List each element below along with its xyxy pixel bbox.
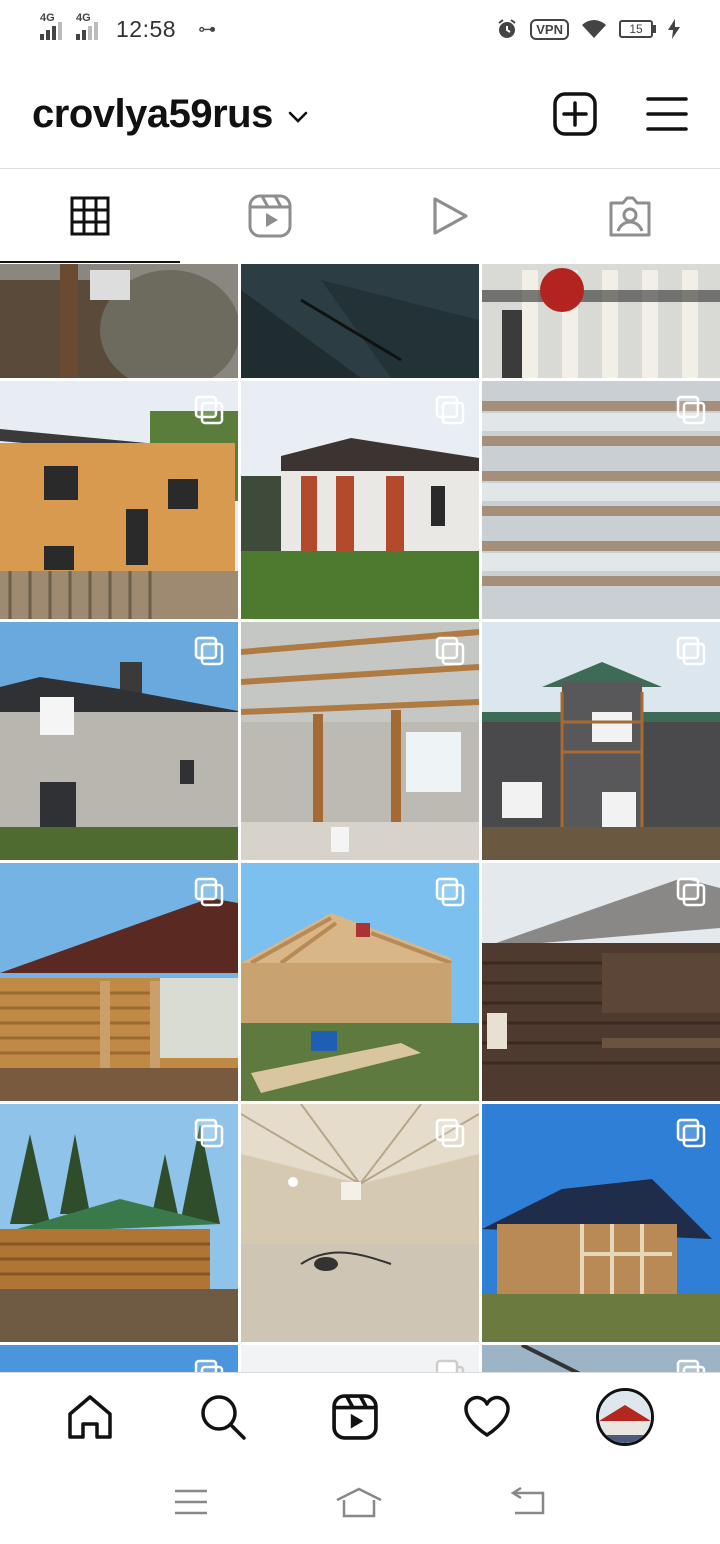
multiple-posts-icon <box>676 636 706 666</box>
tagged-person-icon <box>609 196 651 237</box>
post-tile[interactable] <box>241 1345 479 1372</box>
post-tile[interactable] <box>0 622 238 860</box>
reels-icon <box>248 194 292 238</box>
signal-icon: 4G <box>40 12 62 40</box>
post-tile[interactable] <box>482 264 720 378</box>
multiple-posts-icon <box>435 395 465 425</box>
network-label-1: 4G <box>40 12 55 24</box>
post-tile[interactable] <box>241 381 479 619</box>
sys-back-button[interactable] <box>509 1487 547 1517</box>
multiple-posts-icon <box>194 395 224 425</box>
multiple-posts-icon <box>676 1359 706 1372</box>
nav-home[interactable] <box>66 1394 114 1440</box>
heart-icon <box>464 1395 510 1437</box>
menu-button[interactable] <box>646 95 688 133</box>
home-outline-icon <box>336 1487 382 1518</box>
vpn-badge: VPN <box>530 18 569 40</box>
multiple-posts-icon <box>435 636 465 666</box>
multiple-posts-icon <box>435 877 465 907</box>
status-right: VPN 15 <box>496 18 680 40</box>
home-icon <box>68 1394 113 1439</box>
post-tile[interactable] <box>482 863 720 1101</box>
post-tile[interactable] <box>0 863 238 1101</box>
network-label-2: 4G <box>76 12 91 24</box>
clock: 12:58 <box>116 15 177 42</box>
post-image <box>482 264 720 378</box>
battery-icon: 15 <box>619 20 656 38</box>
profile-header: crovlya59rus <box>0 72 720 156</box>
post-tile[interactable] <box>241 1104 479 1342</box>
tab-grid[interactable] <box>0 169 180 263</box>
post-tile[interactable] <box>482 1104 720 1342</box>
multiple-posts-icon <box>676 877 706 907</box>
bottom-nav <box>0 1372 720 1460</box>
post-tile[interactable] <box>241 264 479 378</box>
post-tile[interactable] <box>0 1345 238 1372</box>
plus-square-icon <box>553 92 597 136</box>
post-grid <box>0 264 720 1372</box>
post-tile[interactable] <box>482 622 720 860</box>
alarm-icon <box>498 19 516 38</box>
grid-icon <box>70 196 110 236</box>
play-icon <box>433 197 468 235</box>
post-tile[interactable] <box>482 381 720 619</box>
multiple-posts-icon <box>435 1118 465 1148</box>
key-icon: ⊶ <box>198 18 217 39</box>
post-tile[interactable] <box>0 381 238 619</box>
multiple-posts-icon <box>194 636 224 666</box>
system-nav <box>0 1460 720 1544</box>
search-icon <box>201 1394 246 1440</box>
tab-videos[interactable] <box>360 169 540 263</box>
multiple-posts-icon <box>676 395 706 425</box>
avatar <box>595 1387 654 1446</box>
post-tile[interactable] <box>0 264 238 378</box>
hamburger-icon <box>646 97 688 131</box>
wifi-icon <box>582 20 606 38</box>
post-tile[interactable] <box>241 622 479 860</box>
multiple-posts-icon <box>194 1359 224 1372</box>
profile-tabs <box>0 169 720 263</box>
multiple-posts-icon <box>194 877 224 907</box>
sys-home-button[interactable] <box>334 1486 384 1518</box>
nav-profile[interactable] <box>595 1387 654 1446</box>
charging-icon <box>668 19 680 39</box>
nav-reels[interactable] <box>332 1393 378 1440</box>
multiple-posts-icon <box>435 1359 465 1372</box>
signal-icon-2: 4G <box>76 12 98 40</box>
nav-activity[interactable] <box>463 1395 511 1439</box>
post-tile[interactable] <box>482 1345 720 1372</box>
status-bar: 4G 4G 12:58 ⊶ VPN 15 <box>0 0 720 58</box>
multiple-posts-icon <box>676 1118 706 1148</box>
post-image <box>0 264 238 378</box>
post-tile[interactable] <box>0 1104 238 1342</box>
create-post-button[interactable] <box>552 91 598 137</box>
post-tile[interactable] <box>241 863 479 1101</box>
post-image <box>241 264 479 378</box>
tab-tagged[interactable] <box>540 169 720 263</box>
sys-menu-button[interactable] <box>173 1488 209 1516</box>
username[interactable]: crovlya59rus <box>32 92 273 137</box>
battery-level: 15 <box>629 22 643 36</box>
multiple-posts-icon <box>194 1118 224 1148</box>
back-icon <box>510 1487 545 1515</box>
tab-reels[interactable] <box>180 169 360 263</box>
chevron-down-icon[interactable] <box>287 110 309 124</box>
nav-search[interactable] <box>199 1393 247 1441</box>
header-actions <box>552 91 688 137</box>
status-left: 4G 4G 12:58 ⊶ <box>40 12 217 43</box>
reels-icon <box>332 1393 378 1440</box>
menu-icon <box>174 1489 207 1515</box>
